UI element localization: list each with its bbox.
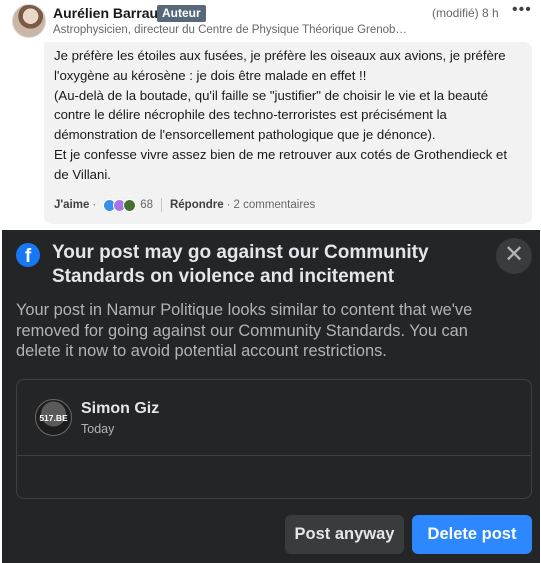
linkedin-comment: Aurélien Barrau Auteur Astrophysicien, d… bbox=[0, 0, 541, 230]
comments-count-link[interactable]: 2 commentaires bbox=[234, 199, 316, 211]
post-anyway-button[interactable]: Post anyway bbox=[285, 515, 404, 554]
dialog-message: Your post in Namur Politique looks simil… bbox=[16, 300, 526, 362]
reaction-count[interactable]: 68 bbox=[140, 199, 153, 211]
poster-name[interactable]: Simon Giz bbox=[81, 400, 159, 418]
dialog-title: Your post may go against our Community S… bbox=[52, 242, 429, 287]
author-headline: Astrophysicien, directeur du Centre de P… bbox=[53, 24, 407, 36]
reply-button[interactable]: Répondre bbox=[170, 199, 224, 211]
comment-line: Et je confesse vivre assez bien de me re… bbox=[54, 146, 508, 162]
support-reaction-icon bbox=[123, 198, 137, 212]
community-standards-dialog: f Your post may go against our Community… bbox=[2, 230, 540, 563]
poster-avatar: 517.BE bbox=[35, 399, 72, 436]
facebook-logo-icon: f bbox=[16, 243, 40, 267]
author-name[interactable]: Aurélien Barrau bbox=[53, 5, 158, 21]
comment-line: Je préfère les étoiles aux fusées, je pr… bbox=[54, 48, 506, 63]
comment-timestamp: (modifié) 8 h bbox=[432, 6, 499, 20]
divider bbox=[160, 198, 162, 212]
comment-actions: J'aime · 68 Répondre · 2 commentaires bbox=[54, 198, 315, 212]
separator-dot: · bbox=[226, 199, 231, 211]
post-time: Today bbox=[81, 422, 115, 436]
like-button[interactable]: J'aime bbox=[54, 199, 89, 211]
comment-line: (Au-delà de la boutade, qu'il faille se … bbox=[54, 87, 489, 103]
comment-line: de Villani. bbox=[54, 166, 111, 182]
close-icon: ✕ bbox=[503, 241, 525, 268]
close-button[interactable]: ✕ bbox=[496, 238, 532, 274]
comment-text: Je préfère les étoiles aux fusées, je pr… bbox=[54, 46, 532, 185]
comment-line: contre le délire nécrophile des techno-t… bbox=[54, 107, 447, 123]
separator-dot: · bbox=[92, 199, 97, 211]
post-preview: 517.BE Simon Giz Today bbox=[16, 379, 532, 499]
more-options-icon[interactable]: ••• bbox=[512, 1, 532, 19]
reactions-summary[interactable] bbox=[103, 198, 137, 212]
comment-line: l'oxygène au kérosène : je dois être mal… bbox=[54, 67, 367, 83]
author-avatar[interactable] bbox=[12, 4, 46, 38]
delete-post-button[interactable]: Delete post bbox=[412, 515, 532, 554]
dialog-message-line: delete it now to avoid potential account… bbox=[16, 342, 387, 360]
dialog-message-line: Your post in Namur Politique looks simil… bbox=[16, 301, 473, 319]
author-badge: Auteur bbox=[157, 5, 206, 22]
comment-line: démonstration de l'ensorcellement pathol… bbox=[54, 127, 436, 143]
dialog-message-line: removed for going against our Community … bbox=[16, 321, 468, 340]
preview-divider bbox=[17, 455, 531, 456]
